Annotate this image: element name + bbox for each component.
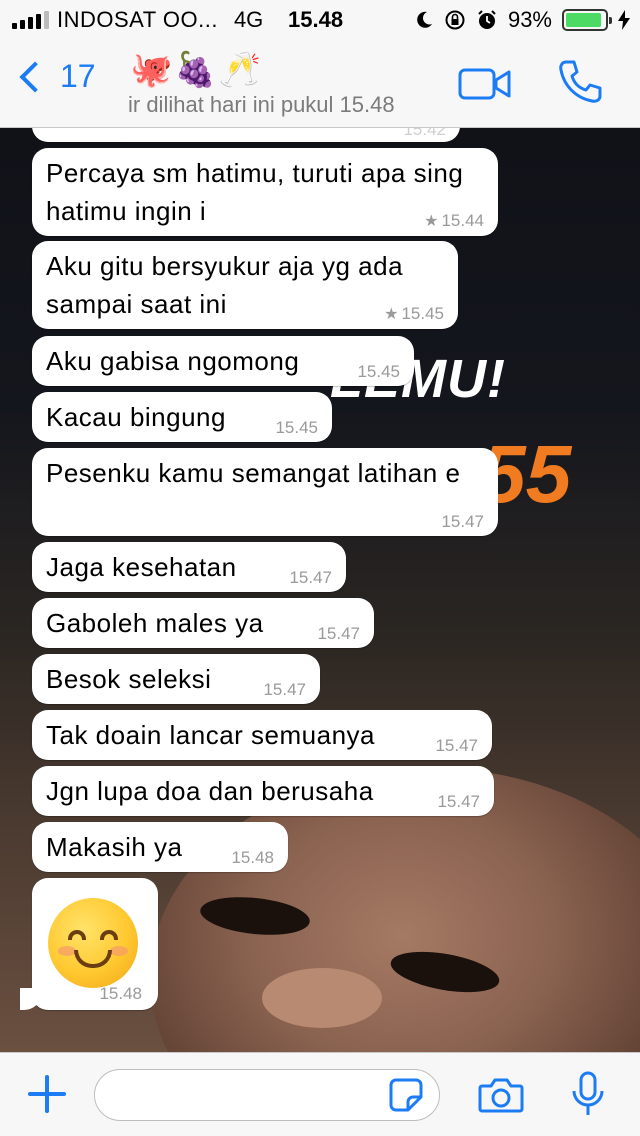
- message-text: Gaboleh males ya: [46, 608, 264, 638]
- video-call-icon[interactable]: [458, 68, 512, 100]
- message-time: 15.45: [401, 304, 444, 323]
- message-text: Jgn lupa doa dan berusaha: [46, 776, 374, 806]
- message-time: 15.47: [289, 568, 332, 587]
- message-time: 15.42: [403, 128, 446, 139]
- message-bubble[interactable]: Besok seleksi 15.47: [32, 654, 320, 704]
- message-time: 15.47: [263, 680, 306, 699]
- plus-icon[interactable]: [28, 1075, 66, 1113]
- star-icon: ★: [384, 306, 399, 323]
- message-bubble[interactable]: Gaboleh males ya 15.47: [32, 598, 374, 648]
- last-seen-status: ir dilihat hari ini pukul 15.48: [128, 92, 395, 117]
- contact-name[interactable]: 🐙🍇🥂: [130, 50, 263, 90]
- message-time: 15.45: [275, 418, 318, 437]
- signal-strength-icon: [12, 11, 49, 29]
- message-text: Percaya sm hatimu, turuti apa sing hatim…: [46, 158, 464, 226]
- message-time: 15.48: [231, 848, 274, 867]
- message-time: 15.47: [437, 792, 480, 811]
- carrier-name: INDOSAT OO...: [57, 7, 218, 32]
- message-bubble[interactable]: Aku gitu bersyukur aja yg ada sampai saa…: [32, 241, 458, 329]
- alarm-icon: [478, 10, 496, 29]
- message-bubble[interactable]: Percaya sm hatimu, turuti apa sing hatim…: [32, 148, 498, 236]
- star-icon: ★: [424, 213, 439, 230]
- message-text: Aku gabisa ngomong: [46, 346, 300, 376]
- status-time: 15.48: [288, 7, 344, 32]
- phone-call-icon[interactable]: [556, 58, 604, 106]
- smiling-face-emoji-icon: [48, 898, 138, 988]
- message-bubble[interactable]: Aku gabisa ngomong 15.45: [32, 336, 414, 386]
- message-time: 15.45: [357, 362, 400, 381]
- sticker-icon[interactable]: [388, 1077, 424, 1113]
- camera-icon[interactable]: [478, 1077, 524, 1113]
- message-time: 15.47: [441, 512, 484, 531]
- message-bubble[interactable]: Makasih ya 15.48: [32, 822, 288, 872]
- message-time: 15.47: [317, 624, 360, 643]
- message-time: 15.44: [441, 211, 484, 230]
- chat-header: 17 🐙🍇🥂 ir dilihat hari ini pukul 15.48: [0, 40, 640, 128]
- message-bubble[interactable]: 15.42: [32, 128, 460, 142]
- battery-icon: [562, 9, 612, 31]
- message-time-wrap: ★ 15.44: [424, 211, 484, 232]
- message-bubble[interactable]: Jgn lupa doa dan berusaha 15.47: [32, 766, 494, 816]
- emoji-message-bubble[interactable]: 15.48: [20, 878, 158, 1010]
- message-text: Tak doain lancar semuanya: [46, 720, 376, 750]
- battery-percent: 93%: [507, 7, 552, 32]
- message-time: 15.47: [435, 736, 478, 755]
- wallpaper-nose: [262, 968, 382, 1028]
- message-bubble[interactable]: Tak doain lancar semuanya 15.47: [32, 710, 492, 760]
- rotation-lock-icon: [445, 10, 465, 30]
- back-button[interactable]: 17: [14, 58, 96, 95]
- status-bar: INDOSAT OO... 4G 15.48 93%: [0, 0, 640, 40]
- chevron-left-icon: [19, 60, 51, 93]
- chat-area[interactable]: LEMU! 55 15.42 Percaya sm hatimu, turuti…: [0, 128, 640, 1052]
- moon-icon: [417, 11, 432, 28]
- microphone-icon[interactable]: [570, 1071, 606, 1119]
- charging-bolt-icon: [618, 10, 630, 30]
- input-bar: [0, 1052, 640, 1136]
- network-type: 4G: [233, 7, 264, 32]
- unread-count: 17: [60, 58, 96, 94]
- message-bubble[interactable]: Pesenku kamu semangat latihan e 15.47: [32, 448, 498, 536]
- message-bubble[interactable]: Kacau bingung 15.45: [32, 392, 332, 442]
- message-time: 15.48: [99, 984, 142, 1003]
- message-time-wrap: ★ 15.45: [384, 304, 444, 325]
- message-bubble[interactable]: Jaga kesehatan 15.47: [32, 542, 346, 592]
- message-text: Pesenku kamu semangat latihan e: [46, 458, 461, 488]
